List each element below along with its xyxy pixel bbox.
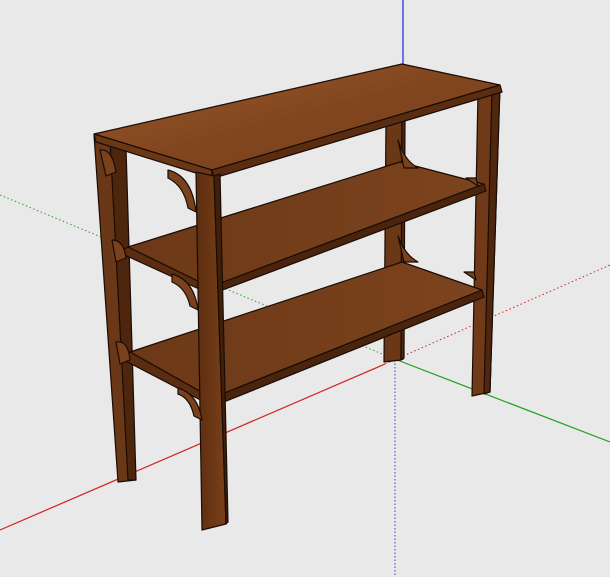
modeling-viewport[interactable] bbox=[0, 0, 610, 577]
back-left-leg[interactable] bbox=[93, 134, 137, 483]
shelf-unit-model[interactable] bbox=[93, 63, 503, 531]
scene-canvas[interactable] bbox=[0, 0, 610, 577]
shelf-top[interactable] bbox=[93, 63, 503, 179]
front-right-leg[interactable] bbox=[471, 85, 501, 397]
green-axis-positive bbox=[391, 357, 610, 443]
